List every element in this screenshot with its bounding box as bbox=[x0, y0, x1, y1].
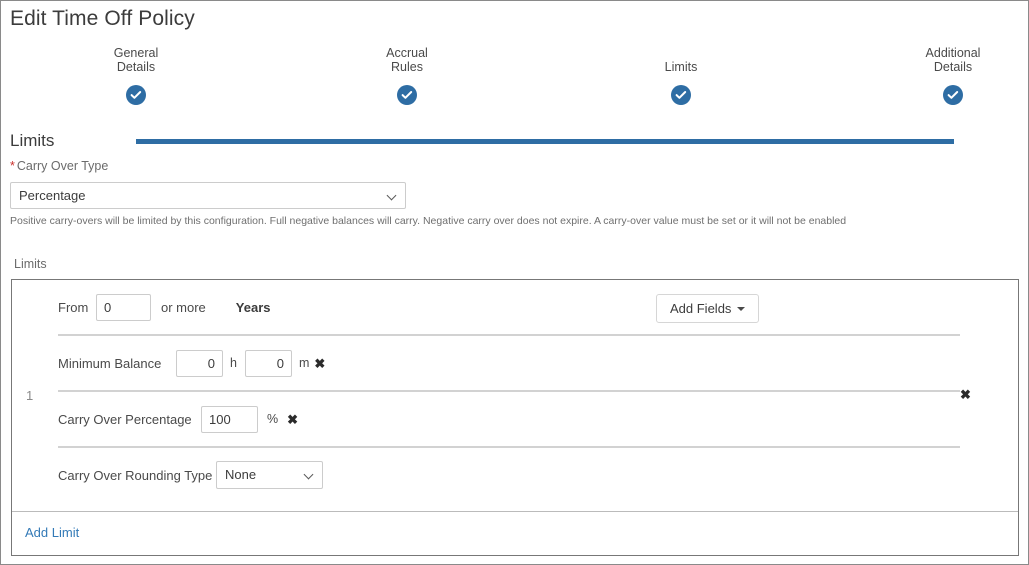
or-more-label: or more bbox=[161, 299, 206, 315]
limits-card-footer: Add Limit bbox=[12, 511, 1018, 555]
caret-down-icon bbox=[737, 306, 746, 311]
carry-over-rounding-type-value: None bbox=[225, 467, 257, 482]
carry-over-rounding-type-select[interactable]: None bbox=[216, 461, 323, 489]
limits-card-body: 1 ✖ From or more Years Add Fields bbox=[12, 280, 1018, 513]
carry-over-type-label: * Carry Over Type bbox=[10, 159, 108, 173]
minimum-balance-label: Minimum Balance bbox=[58, 355, 162, 371]
carry-over-percentage-label: Carry Over Percentage bbox=[58, 411, 192, 427]
carry-over-percentage-input[interactable] bbox=[201, 405, 258, 433]
limit-fields-list: From or more Years Add Fields Minimum Ba… bbox=[58, 280, 960, 502]
hours-unit-label: h bbox=[230, 356, 237, 370]
limit-row-minimum-balance: Minimum Balance h m ✖ bbox=[58, 336, 960, 392]
stepper-step-additional-details[interactable]: Additional Details bbox=[878, 46, 1028, 105]
limits-card: 1 ✖ From or more Years Add Fields bbox=[11, 279, 1019, 556]
from-unit-label: Years bbox=[235, 299, 271, 315]
from-label: From bbox=[58, 299, 89, 315]
add-fields-button[interactable]: Add Fields bbox=[656, 294, 760, 323]
check-icon bbox=[671, 85, 691, 105]
limit-row-from-inner: From or more Years bbox=[58, 280, 960, 334]
stepper-step-accrual-rules[interactable]: Accrual Rules bbox=[332, 46, 482, 105]
remove-minimum-balance-button[interactable]: ✖ bbox=[314, 357, 325, 370]
limit-row-carry-over-percentage: Carry Over Percentage % ✖ bbox=[58, 392, 960, 448]
carry-over-helper-text: Positive carry-overs will be limited by … bbox=[10, 215, 847, 227]
section-heading-limits: Limits bbox=[10, 131, 55, 150]
stepper-step-limits[interactable]: Limits bbox=[606, 47, 756, 105]
minimum-balance-minutes-input[interactable] bbox=[244, 349, 292, 377]
limit-row-carry-over-rounding-type-inner: Carry Over Rounding Type None bbox=[58, 448, 960, 502]
limit-row-from: From or more Years Add Fields bbox=[58, 280, 960, 336]
chevron-down-icon bbox=[305, 471, 314, 480]
stepper-progress-track bbox=[136, 139, 954, 144]
stepper-step-label: Limits bbox=[664, 59, 698, 74]
carry-over-type-value: Percentage bbox=[19, 188, 86, 203]
limits-table-caption: Limits bbox=[14, 257, 47, 271]
carry-over-type-select[interactable]: Percentage bbox=[10, 182, 406, 209]
remove-limit-row-button[interactable]: ✖ bbox=[960, 388, 971, 401]
limit-row-index: 1 bbox=[26, 388, 34, 403]
stepper-step-label: General Details bbox=[113, 46, 159, 74]
limit-row-minimum-balance-inner: Minimum Balance h m ✖ bbox=[58, 336, 960, 390]
check-icon bbox=[943, 85, 963, 105]
check-icon bbox=[126, 85, 146, 105]
limit-row-carry-over-rounding-type: Carry Over Rounding Type None bbox=[58, 448, 960, 502]
remove-carry-over-percentage-button[interactable]: ✖ bbox=[287, 413, 298, 426]
edit-time-off-policy-page: Edit Time Off Policy General Details Acc… bbox=[0, 0, 1029, 565]
from-years-input[interactable] bbox=[96, 293, 151, 321]
add-fields-label: Add Fields bbox=[670, 301, 732, 316]
page-title: Edit Time Off Policy bbox=[10, 7, 195, 30]
carry-over-rounding-type-label: Carry Over Rounding Type bbox=[58, 467, 213, 483]
stepper-step-general-details[interactable]: General Details bbox=[61, 46, 211, 105]
stepper-step-label: Additional Details bbox=[925, 46, 981, 74]
wizard-stepper: General Details Accrual Rules Limits Add… bbox=[1, 46, 1028, 144]
chevron-down-icon bbox=[388, 192, 397, 201]
percent-unit-label: % bbox=[267, 412, 279, 426]
limit-row-carry-over-percentage-inner: Carry Over Percentage % ✖ bbox=[58, 392, 960, 446]
minutes-unit-label: m bbox=[298, 356, 310, 370]
required-marker: * bbox=[10, 159, 15, 173]
add-limit-link[interactable]: Add Limit bbox=[25, 525, 79, 540]
check-icon bbox=[397, 85, 417, 105]
carry-over-type-label-text: Carry Over Type bbox=[16, 159, 109, 173]
stepper-step-label: Accrual Rules bbox=[386, 46, 428, 74]
minimum-balance-hours-input[interactable] bbox=[176, 349, 223, 377]
